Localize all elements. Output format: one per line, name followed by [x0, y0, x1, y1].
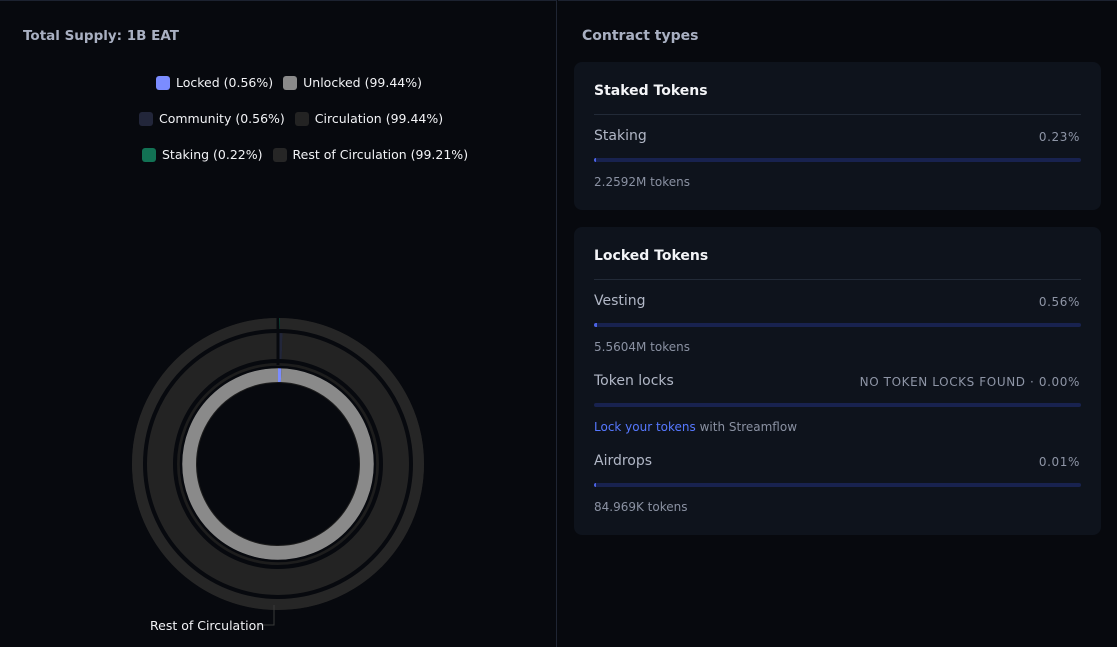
- airdrops-label: Airdrops: [594, 453, 653, 469]
- supply-panel: Total Supply: 1B EAT Locked (0.56%) Unlo…: [0, 0, 557, 647]
- supply-donut-chart[interactable]: [0, 1, 557, 647]
- card-divider: [594, 114, 1081, 115]
- lock-your-tokens-link[interactable]: Lock your tokens: [594, 420, 696, 434]
- vesting-value: 0.56%: [1038, 295, 1080, 309]
- streamflow-text: with Streamflow: [695, 420, 798, 434]
- staking-token-amount: 2.2592M tokens: [594, 175, 690, 189]
- staking-progress-fill: [594, 158, 596, 162]
- staking-value: 0.23%: [1038, 130, 1080, 144]
- contract-types-title: Contract types: [582, 28, 699, 44]
- airdrops-value: 0.01%: [1038, 455, 1080, 469]
- vesting-token-amount: 5.5604M tokens: [594, 340, 690, 354]
- staked-tokens-title: Staked Tokens: [594, 83, 708, 99]
- vesting-label: Vesting: [594, 293, 646, 309]
- airdrops-token-amount: 84.969K tokens: [594, 500, 688, 514]
- staking-label: Staking: [594, 128, 647, 144]
- staked-tokens-card: Staked Tokens Staking 0.23% 2.2592M toke…: [574, 62, 1101, 210]
- airdrops-progress-fill: [594, 483, 596, 487]
- lock-tokens-note: Lock your tokens with Streamflow: [594, 420, 797, 434]
- donut-hover-label: Rest of Circulation: [150, 618, 265, 633]
- donut-center: [197, 383, 359, 545]
- vesting-progress-fill: [594, 323, 597, 327]
- token-locks-progress-bar: [594, 403, 1081, 407]
- vesting-progress-bar: [594, 323, 1081, 327]
- token-locks-label: Token locks: [594, 373, 674, 389]
- staking-progress-bar: [594, 158, 1081, 162]
- locked-tokens-card: Locked Tokens Vesting 0.56% 5.5604M toke…: [574, 227, 1101, 535]
- card-divider: [594, 279, 1081, 280]
- token-locks-value: NO TOKEN LOCKS FOUND · 0.00%: [859, 375, 1080, 389]
- airdrops-progress-bar: [594, 483, 1081, 487]
- contract-types-panel: Contract types Staked Tokens Staking 0.2…: [558, 0, 1117, 647]
- locked-tokens-title: Locked Tokens: [594, 248, 709, 264]
